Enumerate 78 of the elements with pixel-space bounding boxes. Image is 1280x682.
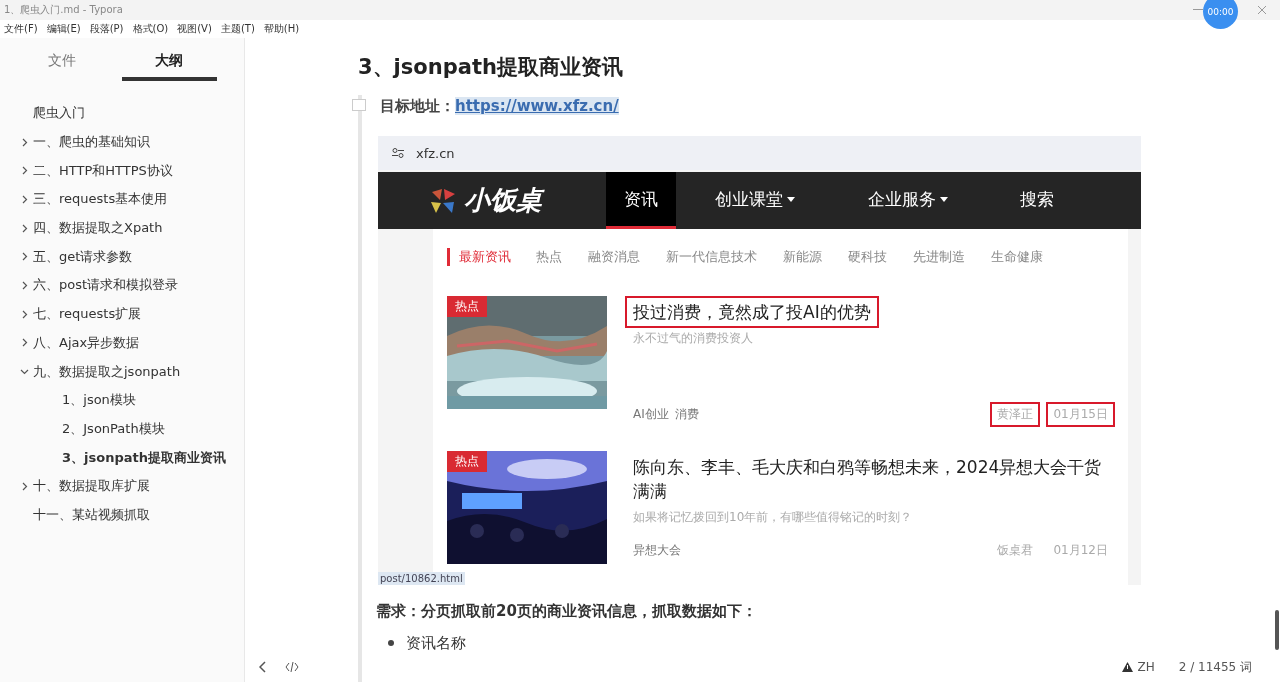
minimize-icon	[1193, 9, 1203, 11]
article-tag[interactable]: 异想大会	[633, 541, 681, 559]
outline-item[interactable]: 八、Ajax异步数据	[33, 333, 140, 352]
hot-badge: 热点	[447, 296, 487, 317]
chevron-down-icon[interactable]	[20, 367, 29, 377]
menu-item[interactable]: 段落(P)	[89, 22, 124, 36]
outline-item[interactable]: 十、数据提取库扩展	[33, 477, 150, 496]
chevron-right-icon[interactable]	[20, 280, 29, 290]
nav-item[interactable]: 企业服务	[834, 172, 982, 229]
category-tab[interactable]: 最新资讯	[447, 248, 511, 266]
target-link[interactable]: https://www.xfz.cn/	[455, 97, 619, 115]
article-tag[interactable]: 消费	[674, 405, 699, 423]
outline-item[interactable]: 一、爬虫的基础知识	[33, 133, 150, 152]
chevron-right-icon[interactable]	[20, 338, 29, 348]
outline-item[interactable]: 十一、某站视频抓取	[33, 505, 150, 524]
warning-icon[interactable]	[1122, 662, 1134, 672]
block-handle-icon[interactable]	[352, 99, 366, 111]
scrollbar[interactable]	[1275, 610, 1279, 650]
target-label: 目标地址：	[380, 96, 455, 116]
bullet-item: 资讯名称	[406, 633, 466, 653]
nav-item[interactable]: 创业课堂	[676, 172, 834, 229]
outline-item[interactable]: 爬虫入门	[33, 104, 85, 123]
menu-item[interactable]: 帮助(H)	[263, 22, 300, 36]
chevron-right-icon[interactable]	[20, 194, 29, 204]
outline-item[interactable]: 3、jsonpath提取商业资讯	[62, 448, 226, 467]
outline-item[interactable]: 九、数据提取之jsonpath	[33, 362, 181, 381]
outline-item[interactable]: 六、post请求和模拟登录	[33, 276, 179, 295]
requirement-text: 需求：分页抓取前20页的商业资讯信息，抓取数据如下：	[376, 602, 758, 621]
category-tab[interactable]: 新能源	[783, 248, 822, 266]
site-settings-icon	[392, 148, 404, 158]
window-title: 1、爬虫入门.md - Typora	[4, 3, 123, 17]
outline-item[interactable]: 四、数据提取之Xpath	[33, 219, 163, 238]
sidebar-tab[interactable]: 文件	[22, 52, 102, 81]
chevron-right-icon[interactable]	[20, 223, 29, 233]
heading: 3、jsonpath提取商业资讯	[358, 54, 624, 81]
outline-item[interactable]: 二、HTTP和HTTPS协议	[33, 161, 173, 180]
article-author: 饭桌君	[996, 541, 1035, 559]
nav-item[interactable]: 资讯	[606, 172, 676, 229]
hot-badge: 热点	[447, 451, 487, 472]
article-title[interactable]: 陈向东、李丰、毛大庆和白鸦等畅想未来，2024异想大会干货满满	[625, 451, 1115, 507]
category-tab[interactable]: 融资消息	[588, 248, 640, 266]
outline-item[interactable]: 七、requests扩展	[33, 305, 142, 324]
menu-item[interactable]: 文件(F)	[4, 22, 38, 36]
article-date: 01月15日	[1046, 401, 1115, 427]
chevron-right-icon[interactable]	[20, 166, 29, 176]
menu-item[interactable]: 视图(V)	[177, 22, 212, 36]
outline-item[interactable]: 五、get请求参数	[33, 247, 133, 266]
category-tab[interactable]: 先进制造	[913, 248, 965, 266]
chevron-right-icon[interactable]	[20, 137, 29, 147]
outline-item[interactable]: 三、requests基本使用	[33, 190, 168, 209]
menu-item[interactable]: 编辑(E)	[46, 22, 81, 36]
bullet-dot-icon	[388, 640, 394, 646]
article-tag[interactable]: AI创业	[633, 405, 669, 423]
category-tab[interactable]: 新一代信息技术	[666, 248, 757, 266]
menu-item[interactable]: 格式(O)	[132, 22, 169, 36]
article-summary: 如果将记忆拨回到10年前，有哪些值得铭记的时刻？	[633, 509, 914, 526]
close-icon	[1257, 5, 1267, 15]
category-tab[interactable]: 生命健康	[991, 248, 1043, 266]
chevron-right-icon[interactable]	[20, 309, 29, 319]
sidebar-tab[interactable]: 大纲	[121, 52, 217, 81]
article-author: 黄泽正	[990, 401, 1041, 427]
outline-item[interactable]: 1、json模块	[62, 391, 136, 410]
word-count[interactable]: 2 / 11455 词	[1178, 658, 1252, 676]
chevron-right-icon[interactable]	[20, 252, 29, 262]
chevron-left-icon	[259, 661, 267, 673]
article-title[interactable]: 投过消费，竟然成了投AI的优势	[625, 296, 879, 328]
article-summary: 永不过气的消费投资人	[633, 330, 754, 347]
nav-item[interactable]: 搜索	[982, 172, 1092, 229]
address-text: xfz.cn	[416, 145, 455, 161]
language-indicator[interactable]: ZH	[1137, 660, 1155, 674]
category-tab[interactable]: 热点	[536, 248, 562, 266]
code-icon	[285, 662, 299, 672]
menu-item[interactable]: 主题(T)	[220, 22, 255, 36]
category-tab[interactable]: 硬科技	[848, 248, 887, 266]
link-tooltip: post/10862.html	[378, 572, 465, 585]
chevron-right-icon[interactable]	[20, 481, 29, 491]
outline-item[interactable]: 2、JsonPath模块	[62, 419, 165, 438]
article-date: 01月12日	[1052, 541, 1109, 559]
